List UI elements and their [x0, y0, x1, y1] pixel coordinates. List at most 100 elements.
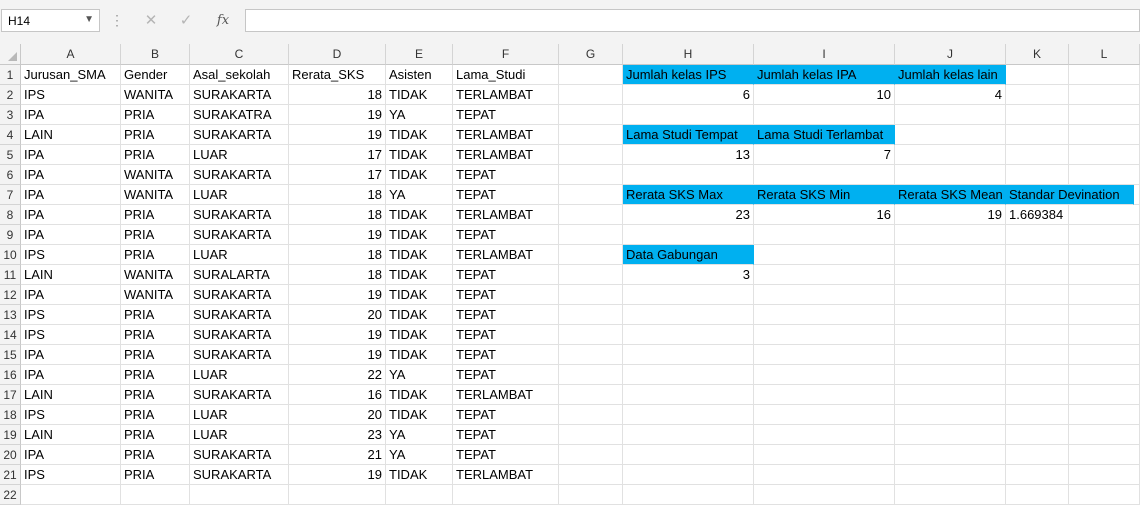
cell-b13[interactable]: PRIA: [121, 305, 190, 325]
cell-j8[interactable]: 19: [895, 205, 1006, 225]
cell-h7[interactable]: Rerata SKS Max: [623, 185, 754, 205]
cell-l10[interactable]: [1069, 245, 1140, 265]
cell-f10[interactable]: TERLAMBAT: [453, 245, 559, 265]
row-header-15[interactable]: 15: [0, 345, 21, 365]
cell-a17[interactable]: LAIN: [21, 385, 121, 405]
column-header-i[interactable]: I: [754, 44, 895, 65]
cell-g20[interactable]: [559, 445, 623, 465]
cell-d12[interactable]: 19: [289, 285, 386, 305]
column-header-k[interactable]: K: [1006, 44, 1069, 65]
cell-g5[interactable]: [559, 145, 623, 165]
cell-g2[interactable]: [559, 85, 623, 105]
cell-a14[interactable]: IPS: [21, 325, 121, 345]
cell-c7[interactable]: LUAR: [190, 185, 289, 205]
cell-b5[interactable]: PRIA: [121, 145, 190, 165]
cell-a22[interactable]: [21, 485, 121, 505]
cell-i19[interactable]: [754, 425, 895, 445]
cancel-icon[interactable]: ✕: [141, 11, 161, 31]
cell-f6[interactable]: TEPAT: [453, 165, 559, 185]
cell-f22[interactable]: [453, 485, 559, 505]
cell-i5[interactable]: 7: [754, 145, 895, 165]
cell-e1[interactable]: Asisten: [386, 65, 453, 85]
cell-b18[interactable]: PRIA: [121, 405, 190, 425]
cell-g1[interactable]: [559, 65, 623, 85]
row-header-22[interactable]: 22: [0, 485, 21, 505]
cell-h4[interactable]: Lama Studi Tempat: [623, 125, 754, 145]
cell-f21[interactable]: TERLAMBAT: [453, 465, 559, 485]
cell-h8[interactable]: 23: [623, 205, 754, 225]
row-header-6[interactable]: 6: [0, 165, 21, 185]
cell-f19[interactable]: TEPAT: [453, 425, 559, 445]
cell-l3[interactable]: [1069, 105, 1140, 125]
cell-c16[interactable]: LUAR: [190, 365, 289, 385]
cell-f9[interactable]: TEPAT: [453, 225, 559, 245]
cell-k16[interactable]: [1006, 365, 1069, 385]
cell-f7[interactable]: TEPAT: [453, 185, 559, 205]
cell-l21[interactable]: [1069, 465, 1140, 485]
cell-b16[interactable]: PRIA: [121, 365, 190, 385]
cell-c9[interactable]: SURAKARTA: [190, 225, 289, 245]
cell-i6[interactable]: [754, 165, 895, 185]
row-header-8[interactable]: 8: [0, 205, 21, 225]
column-header-j[interactable]: J: [895, 44, 1006, 65]
cell-g8[interactable]: [559, 205, 623, 225]
cell-h11[interactable]: 3: [623, 265, 754, 285]
cell-e13[interactable]: TIDAK: [386, 305, 453, 325]
cell-a6[interactable]: IPA: [21, 165, 121, 185]
cell-c11[interactable]: SURALARTA: [190, 265, 289, 285]
cell-j5[interactable]: [895, 145, 1006, 165]
cell-d16[interactable]: 22: [289, 365, 386, 385]
row-header-9[interactable]: 9: [0, 225, 21, 245]
cell-i7[interactable]: Rerata SKS Min: [754, 185, 895, 205]
cell-i20[interactable]: [754, 445, 895, 465]
cell-a19[interactable]: LAIN: [21, 425, 121, 445]
cell-i21[interactable]: [754, 465, 895, 485]
cell-e14[interactable]: TIDAK: [386, 325, 453, 345]
row-header-14[interactable]: 14: [0, 325, 21, 345]
cell-d11[interactable]: 18: [289, 265, 386, 285]
cell-i17[interactable]: [754, 385, 895, 405]
cell-c20[interactable]: SURAKARTA: [190, 445, 289, 465]
cell-g22[interactable]: [559, 485, 623, 505]
cell-l22[interactable]: [1069, 485, 1140, 505]
cell-a5[interactable]: IPA: [21, 145, 121, 165]
cell-c3[interactable]: SURAKATRA: [190, 105, 289, 125]
cell-c6[interactable]: SURAKARTA: [190, 165, 289, 185]
cell-e19[interactable]: YA: [386, 425, 453, 445]
cell-g12[interactable]: [559, 285, 623, 305]
cell-j9[interactable]: [895, 225, 1006, 245]
cell-d2[interactable]: 18: [289, 85, 386, 105]
cell-g21[interactable]: [559, 465, 623, 485]
cell-k3[interactable]: [1006, 105, 1069, 125]
cell-h13[interactable]: [623, 305, 754, 325]
cell-j15[interactable]: [895, 345, 1006, 365]
cell-d3[interactable]: 19: [289, 105, 386, 125]
cell-g19[interactable]: [559, 425, 623, 445]
cell-g17[interactable]: [559, 385, 623, 405]
row-header-20[interactable]: 20: [0, 445, 21, 465]
row-header-3[interactable]: 3: [0, 105, 21, 125]
cell-a13[interactable]: IPS: [21, 305, 121, 325]
cell-j6[interactable]: [895, 165, 1006, 185]
cell-h15[interactable]: [623, 345, 754, 365]
cell-k4[interactable]: [1006, 125, 1069, 145]
cell-f11[interactable]: TEPAT: [453, 265, 559, 285]
cell-i14[interactable]: [754, 325, 895, 345]
cell-i3[interactable]: [754, 105, 895, 125]
cell-e3[interactable]: YA: [386, 105, 453, 125]
cell-e17[interactable]: TIDAK: [386, 385, 453, 405]
cell-i10[interactable]: [754, 245, 895, 265]
cell-j1[interactable]: Jumlah kelas lain: [895, 65, 1006, 85]
cell-j19[interactable]: [895, 425, 1006, 445]
cell-j22[interactable]: [895, 485, 1006, 505]
cell-l15[interactable]: [1069, 345, 1140, 365]
cell-h22[interactable]: [623, 485, 754, 505]
cell-g13[interactable]: [559, 305, 623, 325]
cell-h21[interactable]: [623, 465, 754, 485]
cell-e9[interactable]: TIDAK: [386, 225, 453, 245]
cell-i11[interactable]: [754, 265, 895, 285]
cell-k18[interactable]: [1006, 405, 1069, 425]
cell-k11[interactable]: [1006, 265, 1069, 285]
cell-j14[interactable]: [895, 325, 1006, 345]
row-header-10[interactable]: 10: [0, 245, 21, 265]
